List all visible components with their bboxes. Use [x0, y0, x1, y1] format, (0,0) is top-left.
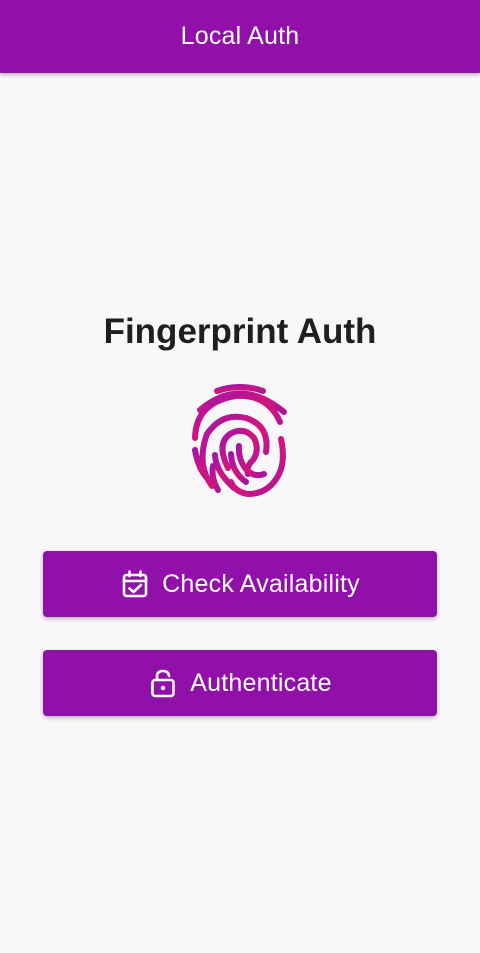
calendar-check-icon	[120, 569, 150, 599]
lock-open-icon	[148, 668, 178, 698]
authenticate-button[interactable]: Authenticate	[43, 650, 437, 716]
authenticate-label: Authenticate	[190, 668, 332, 697]
check-availability-button[interactable]: Check Availability	[43, 551, 437, 617]
page-title: Fingerprint Auth	[103, 312, 377, 351]
fingerprint-icon	[186, 382, 294, 500]
app-bar-title: Local Auth	[180, 22, 300, 50]
check-availability-label: Check Availability	[162, 569, 360, 598]
app-bar: Local Auth	[0, 0, 480, 73]
